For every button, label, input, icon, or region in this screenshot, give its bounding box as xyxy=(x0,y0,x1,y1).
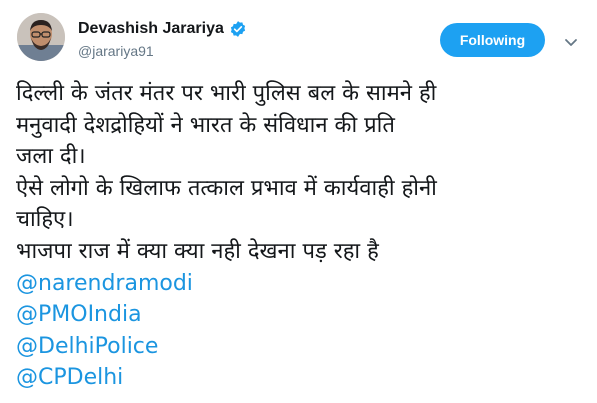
tweet-text: दिल्ली के जंतर मंतर पर भारी पुलिस बल के … xyxy=(16,78,586,394)
avatar-photo xyxy=(17,13,65,61)
tweet-line: मनुवादी देशद्रोहियों ने भारत के संविधान … xyxy=(16,112,395,138)
tweet-line: दिल्ली के जंतर मंतर पर भारी पुलिस बल के … xyxy=(16,81,437,106)
tweet-header: Devashish Jarariya @jarariya91 Following xyxy=(0,0,597,72)
mention-link[interactable]: @narendramodi xyxy=(16,268,586,300)
following-button[interactable]: Following xyxy=(440,23,545,57)
verified-badge-icon xyxy=(229,20,247,38)
mention-link[interactable]: @DelhiPolice xyxy=(16,331,586,363)
tweet-line: चाहिए। xyxy=(16,207,74,233)
tweet-line: जला दी। xyxy=(16,144,86,170)
chevron-down-icon[interactable] xyxy=(561,32,581,52)
mention-link[interactable]: @PMOIndia xyxy=(16,299,586,331)
user-handle[interactable]: @jarariya91 xyxy=(78,43,247,59)
display-name[interactable]: Devashish Jarariya xyxy=(78,20,224,38)
mention-link[interactable]: @CPDelhi xyxy=(16,362,586,394)
tweet-line: ऐसे लोगो के खिलाफ तत्काल प्रभाव में कार्… xyxy=(16,175,437,201)
avatar[interactable] xyxy=(17,13,65,61)
user-identity: Devashish Jarariya @jarariya91 xyxy=(78,18,247,59)
tweet-line: भाजपा राज में क्या क्या नही देखना पड़ रह… xyxy=(16,238,379,264)
